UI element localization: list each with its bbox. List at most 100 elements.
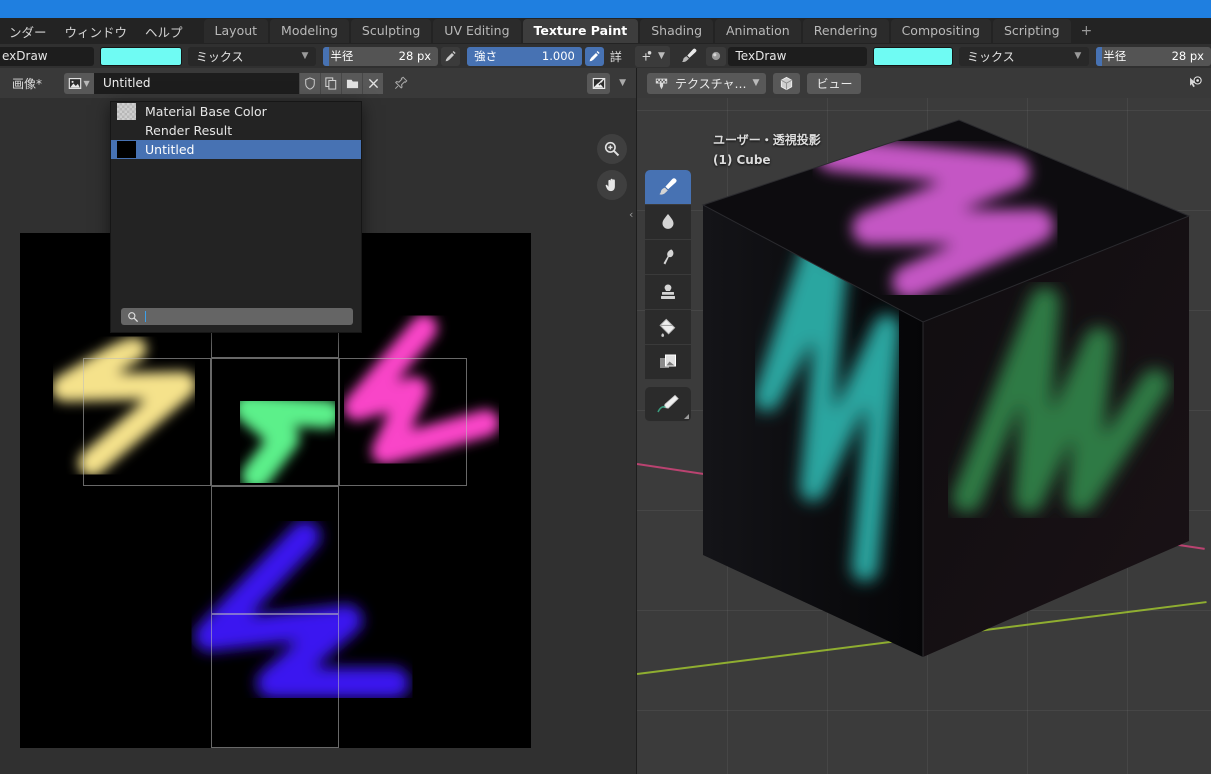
view-menu[interactable]: ビュー	[807, 72, 862, 94]
tool-clone[interactable]	[645, 275, 691, 310]
uv-grid-cell	[211, 486, 339, 614]
interaction-mode-label: テクスチャ…	[675, 76, 747, 91]
object-pivot-button[interactable]	[773, 72, 801, 94]
unlink-image-icon[interactable]	[362, 72, 384, 94]
image-editor-header: 画像* ▼ Untitled ▼	[0, 68, 636, 98]
dropdown-item-untitled[interactable]: Untitled	[111, 140, 361, 159]
right-radius-label: 半径	[1103, 49, 1127, 63]
paint-bucket-icon	[658, 318, 675, 337]
viewport-info-overlay: ユーザー・透視投影 (1) Cube	[713, 130, 821, 170]
right-blend-mode-dropdown[interactable]: ミックス ▼	[958, 46, 1090, 66]
left-blend-mode-dropdown[interactable]: ミックス ▼	[187, 46, 317, 66]
fake-user-icon[interactable]	[299, 72, 321, 94]
radius-fill	[323, 46, 330, 66]
dropdown-item-material-base-color[interactable]: Material Base Color	[111, 102, 361, 121]
thumbnail-icon	[117, 141, 136, 158]
radius-pressure-toggle[interactable]	[441, 46, 461, 66]
tab-texture-paint[interactable]: Texture Paint	[522, 19, 639, 43]
tab-layout[interactable]: Layout	[203, 19, 269, 43]
left-brush-color-swatch[interactable]	[100, 46, 182, 66]
viewport-toolbar	[645, 170, 691, 422]
brush-icon[interactable]	[677, 47, 701, 65]
right-brush-color-swatch[interactable]	[872, 46, 953, 66]
chevron-down-icon: ▼	[658, 51, 665, 61]
tool-settings-row: exDraw ミックス ▼ 半径 28 px 強さ 1.000 詳 ▼ TexD…	[0, 44, 1211, 68]
viewport-header: テクスチャ… ▼ ビュー	[637, 68, 1211, 98]
viewport-3d-pane: テクスチャ… ▼ ビュー ユーザー・透視投影 (1) Cube	[637, 68, 1211, 774]
tool-annotate[interactable]	[645, 387, 691, 422]
add-workspace-button[interactable]: +	[1073, 20, 1101, 42]
image-icon	[69, 77, 82, 89]
left-radius-value: 28 px	[398, 49, 432, 63]
image-name-field[interactable]: Untitled	[94, 72, 300, 94]
open-image-icon[interactable]	[341, 72, 363, 94]
tab-uv-editing[interactable]: UV Editing	[433, 19, 521, 43]
tab-shading[interactable]: Shading	[640, 19, 713, 43]
tool-draw[interactable]	[645, 170, 691, 205]
left-blend-mode-label: ミックス	[195, 49, 244, 64]
dropdown-search-field[interactable]	[121, 308, 353, 325]
viewport-scene[interactable]: ユーザー・透視投影 (1) Cube	[637, 98, 1211, 774]
menu-help[interactable]: ヘルプ	[136, 19, 192, 44]
left-radius-slider[interactable]: 半径 28 px	[323, 46, 439, 66]
menu-window[interactable]: ウィンドウ	[56, 19, 137, 44]
pin-icon[interactable]	[389, 73, 413, 94]
tab-sculpting[interactable]: Sculpting	[350, 19, 432, 43]
right-blend-mode-label: ミックス	[966, 49, 1015, 64]
dropdown-item-label: Untitled	[145, 142, 195, 157]
right-brush-name-field[interactable]: TexDraw	[727, 46, 867, 66]
workspace-tabs: Layout Modeling Sculpting UV Editing Tex…	[203, 18, 1101, 44]
thumbnail-icon	[117, 103, 136, 120]
chevron-down-icon: ▼	[83, 78, 90, 88]
tool-mask[interactable]	[645, 345, 691, 380]
menu-render[interactable]: ンダー	[0, 19, 56, 44]
dropdown-item-label: Material Base Color	[145, 104, 267, 119]
tab-compositing[interactable]: Compositing	[890, 19, 991, 43]
brush-icon	[659, 178, 677, 195]
brush-preview-icon[interactable]	[705, 46, 726, 66]
chevron-down-icon: ▼	[1074, 51, 1082, 61]
sidebar-collapse-arrow[interactable]: ‹	[629, 208, 633, 221]
tab-animation[interactable]: Animation	[715, 19, 801, 43]
editor-type-dropdown[interactable]: ▼	[635, 45, 670, 67]
search-icon	[128, 311, 139, 322]
texture-paint-mode-icon	[655, 78, 668, 89]
left-radius-label: 半径	[330, 49, 354, 63]
radius-fill-right	[1096, 46, 1103, 66]
pencil-icon	[657, 394, 679, 413]
image-datablock-dropdown-popup: Material Base Color Render Result Untitl…	[110, 101, 362, 333]
smear-icon	[663, 249, 674, 265]
tool-soften[interactable]	[645, 205, 691, 240]
uv-grid-cell	[211, 614, 339, 748]
window-title-strip	[0, 0, 1211, 18]
text-caret	[145, 311, 146, 322]
tab-scripting[interactable]: Scripting	[992, 19, 1071, 43]
pan-gizmo[interactable]	[597, 170, 627, 200]
image-display-icon	[592, 78, 605, 89]
strength-pressure-toggle[interactable]	[584, 46, 604, 66]
pan-icon	[605, 178, 615, 192]
chevron-down-icon: ▼	[301, 51, 309, 61]
tool-smear[interactable]	[645, 240, 691, 275]
cube-object[interactable]	[637, 98, 1211, 774]
zoom-icon	[604, 141, 620, 157]
image-datablock-icon-button[interactable]: ▼	[64, 72, 95, 94]
left-brush-name-field[interactable]: exDraw	[0, 46, 94, 66]
tab-modeling[interactable]: Modeling	[270, 19, 349, 43]
interaction-mode-dropdown[interactable]: テクスチャ… ▼	[647, 72, 767, 94]
tool-fill[interactable]	[645, 310, 691, 345]
uv-grid-cell	[211, 358, 339, 486]
dropdown-item-render-result[interactable]: Render Result	[111, 121, 361, 140]
visibility-button[interactable]	[1183, 73, 1205, 94]
view-name-text: ユーザー・透視投影	[713, 133, 821, 147]
visibility-icon	[1189, 75, 1202, 87]
left-strength-slider[interactable]: 強さ 1.000	[467, 46, 582, 66]
zoom-gizmo[interactable]	[597, 134, 627, 164]
image-display-channel-button[interactable]	[587, 73, 610, 94]
tab-rendering[interactable]: Rendering	[802, 19, 889, 43]
right-radius-slider[interactable]: 半径 28 px	[1096, 46, 1211, 66]
left-details-label[interactable]: 詳	[610, 47, 628, 66]
new-image-icon[interactable]	[320, 72, 342, 94]
stamp-icon	[661, 284, 675, 299]
droplet-icon	[662, 214, 674, 229]
